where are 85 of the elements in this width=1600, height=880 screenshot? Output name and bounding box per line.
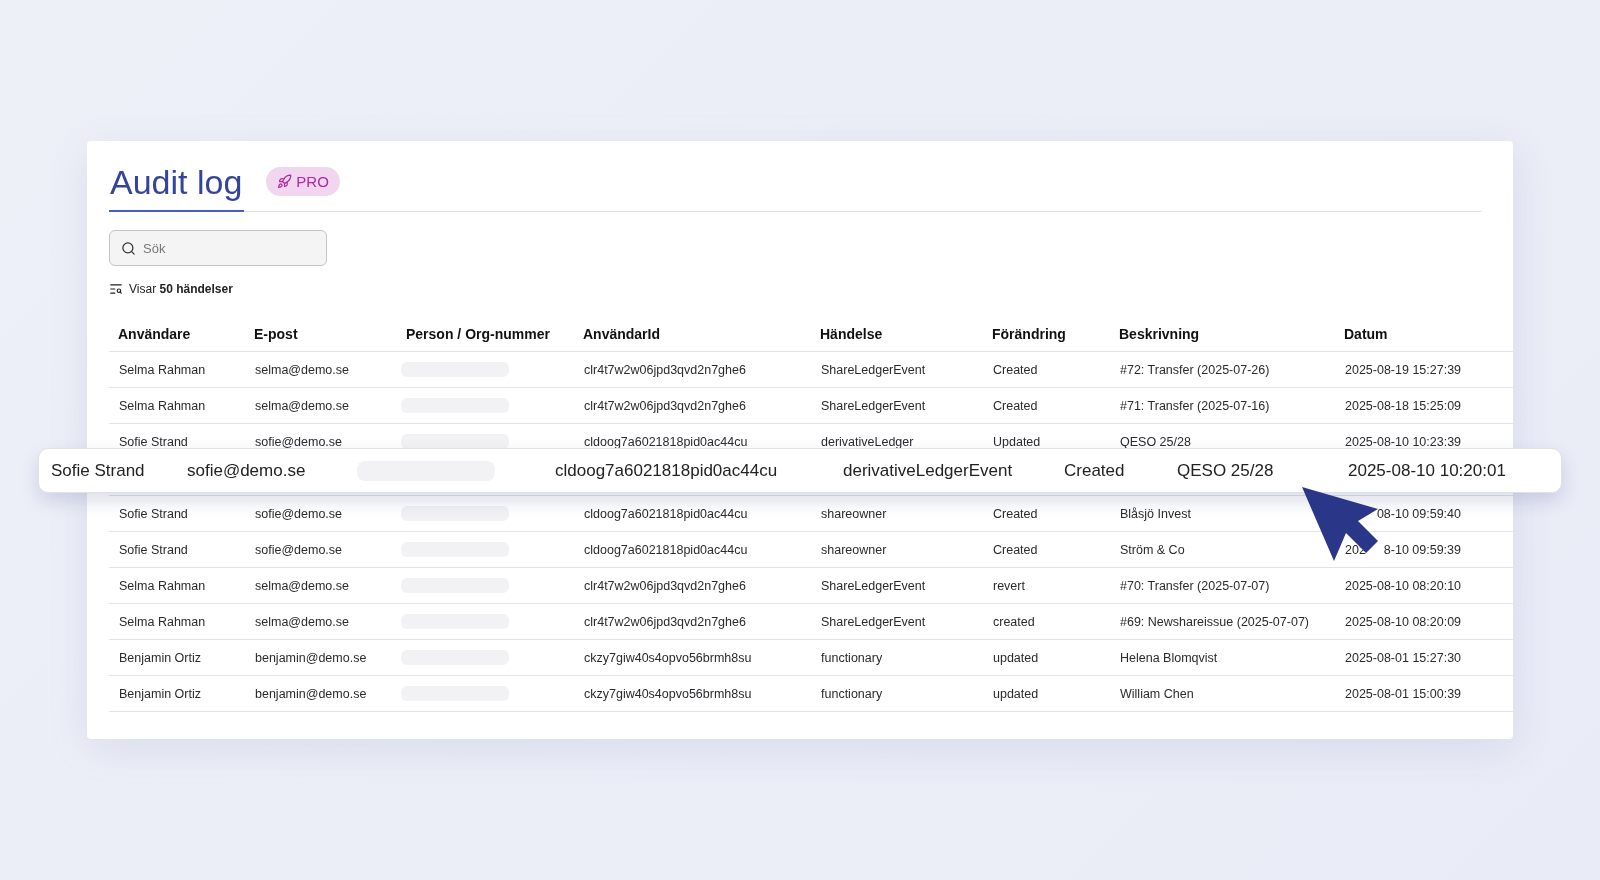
date-text: 2025-08-10 08:20:09 xyxy=(1345,614,1462,629)
user-id-text: clr4t7w2w06jpd3qvd2n7ghe6 xyxy=(583,398,747,413)
description-text: QESO 25/28 xyxy=(1176,460,1275,481)
user-id-text: ckzy7giw40s4opvo56brmh8su xyxy=(583,650,753,665)
event-text: functionary xyxy=(820,650,884,665)
event-text: functionary xyxy=(820,686,884,701)
description-text: William Chen xyxy=(1119,686,1195,701)
email-text: sofie@demo.se xyxy=(186,460,307,481)
user-id-text: cldoog7a6021818pid0ac44cu xyxy=(554,460,779,481)
date-text: 2025-08-10 10:20:01 xyxy=(1347,460,1507,481)
change-text: revert xyxy=(992,578,1026,593)
user-name: Benjamin Ortiz xyxy=(118,650,202,665)
column-header[interactable]: Person / Org-nummer xyxy=(397,325,574,342)
event-text: ShareLedgerEvent xyxy=(820,398,927,413)
column-header[interactable]: Händelse xyxy=(811,325,983,342)
email-text: selma@demo.se xyxy=(254,362,350,377)
email-text: selma@demo.se xyxy=(254,578,350,593)
pro-badge: PRO xyxy=(266,166,340,196)
event-text: derivativeLedger xyxy=(820,434,915,449)
change-text: updated xyxy=(992,686,1040,701)
date-text: 2025-08-01 15:00:39 xyxy=(1345,686,1462,701)
user-name: Sofie Strand xyxy=(118,506,189,521)
user-name: Selma Rahman xyxy=(118,614,207,629)
change-text: Updated xyxy=(992,434,1042,449)
change-text: Created xyxy=(992,362,1039,377)
event-text: derivativeLedgerEvent xyxy=(842,460,1014,481)
change-text: Created xyxy=(992,542,1039,557)
user-name: Selma Rahman xyxy=(118,362,207,377)
event-text: ShareLedgerEvent xyxy=(820,578,927,593)
user-name: Selma Rahman xyxy=(118,398,207,413)
email-text: selma@demo.se xyxy=(254,614,350,629)
email-text: sofie@demo.se xyxy=(254,434,344,449)
user-name: Sofie Strand xyxy=(118,542,189,557)
description-text: Ström & Co xyxy=(1119,542,1186,557)
date-text: 8-10 09:59:39 xyxy=(1383,542,1461,557)
description-text: #69: Newshareissue (2025-07-07) xyxy=(1119,614,1310,629)
email-text: benjamin@demo.se xyxy=(254,686,368,701)
column-header[interactable]: E-post xyxy=(245,325,397,342)
change-text: created xyxy=(992,614,1036,629)
user-id-text: clr4t7w2w06jpd3qvd2n7ghe6 xyxy=(583,362,747,377)
event-text: ShareLedgerEvent xyxy=(820,362,927,377)
change-text: Created xyxy=(992,398,1039,413)
date-text: 08-10 09:59:40 xyxy=(1376,506,1461,521)
column-header[interactable]: Användare xyxy=(109,325,245,342)
column-header[interactable]: Datum xyxy=(1335,325,1513,342)
column-header[interactable]: Beskrivning xyxy=(1110,325,1335,342)
description-text: #72: Transfer (2025-07-26) xyxy=(1119,362,1271,377)
date-text: 2025-08-19 15:27:39 xyxy=(1345,362,1462,377)
column-header[interactable]: AnvändarId xyxy=(574,325,811,342)
rocket-icon xyxy=(277,173,293,189)
date-text: 2025-08-10 10:23:39 xyxy=(1345,434,1462,449)
email-text: sofie@demo.se xyxy=(254,506,344,521)
event-text: ShareLedgerEvent xyxy=(820,614,927,629)
search-field[interactable]: Sök xyxy=(109,230,327,266)
search-icon xyxy=(121,241,136,256)
date-text: 2025-08-18 15:25:09 xyxy=(1345,398,1462,413)
description-text: QESO 25/28 xyxy=(1119,434,1192,449)
event-text: shareowner xyxy=(820,506,888,521)
user-id-text: clr4t7w2w06jpd3qvd2n7ghe6 xyxy=(583,614,747,629)
user-id-text: cldoog7a6021818pid0ac44cu xyxy=(583,506,749,521)
date-text: 2025-08-10 08:20:10 xyxy=(1345,578,1462,593)
title-tab[interactable]: Audit log xyxy=(109,159,245,212)
user-name: Selma Rahman xyxy=(118,578,207,593)
description-text: Blåsjö Invest xyxy=(1119,506,1192,521)
user-name: Benjamin Ortiz xyxy=(118,686,202,701)
email-text: benjamin@demo.se xyxy=(254,650,368,665)
email-text: selma@demo.se xyxy=(254,398,350,413)
event-count-text: Visar 50 händelser xyxy=(129,282,233,296)
change-text: Created xyxy=(1063,460,1126,481)
email-text: sofie@demo.se xyxy=(254,542,344,557)
date-text: 2025-08-01 15:27:30 xyxy=(1345,650,1462,665)
user-id-text: clr4t7w2w06jpd3qvd2n7ghe6 xyxy=(583,578,747,593)
event-text: shareowner xyxy=(820,542,888,557)
column-header[interactable]: Förändring xyxy=(983,325,1110,342)
description-text: #70: Transfer (2025-07-07) xyxy=(1119,578,1271,593)
user-name: Sofie Strand xyxy=(118,434,189,449)
user-id-text: ckzy7giw40s4opvo56brmh8su xyxy=(583,686,753,701)
change-text: Created xyxy=(992,506,1039,521)
user-id-text: cldoog7a6021818pid0ac44cu xyxy=(583,542,749,557)
description-text: Helena Blomqvist xyxy=(1119,650,1219,665)
change-text: updated xyxy=(992,650,1040,665)
description-text: #71: Transfer (2025-07-16) xyxy=(1119,398,1271,413)
list-search-icon xyxy=(109,282,123,296)
user-name: Sofie Strand xyxy=(50,460,146,481)
user-id-text: cldoog7a6021818pid0ac44cu xyxy=(583,434,749,449)
